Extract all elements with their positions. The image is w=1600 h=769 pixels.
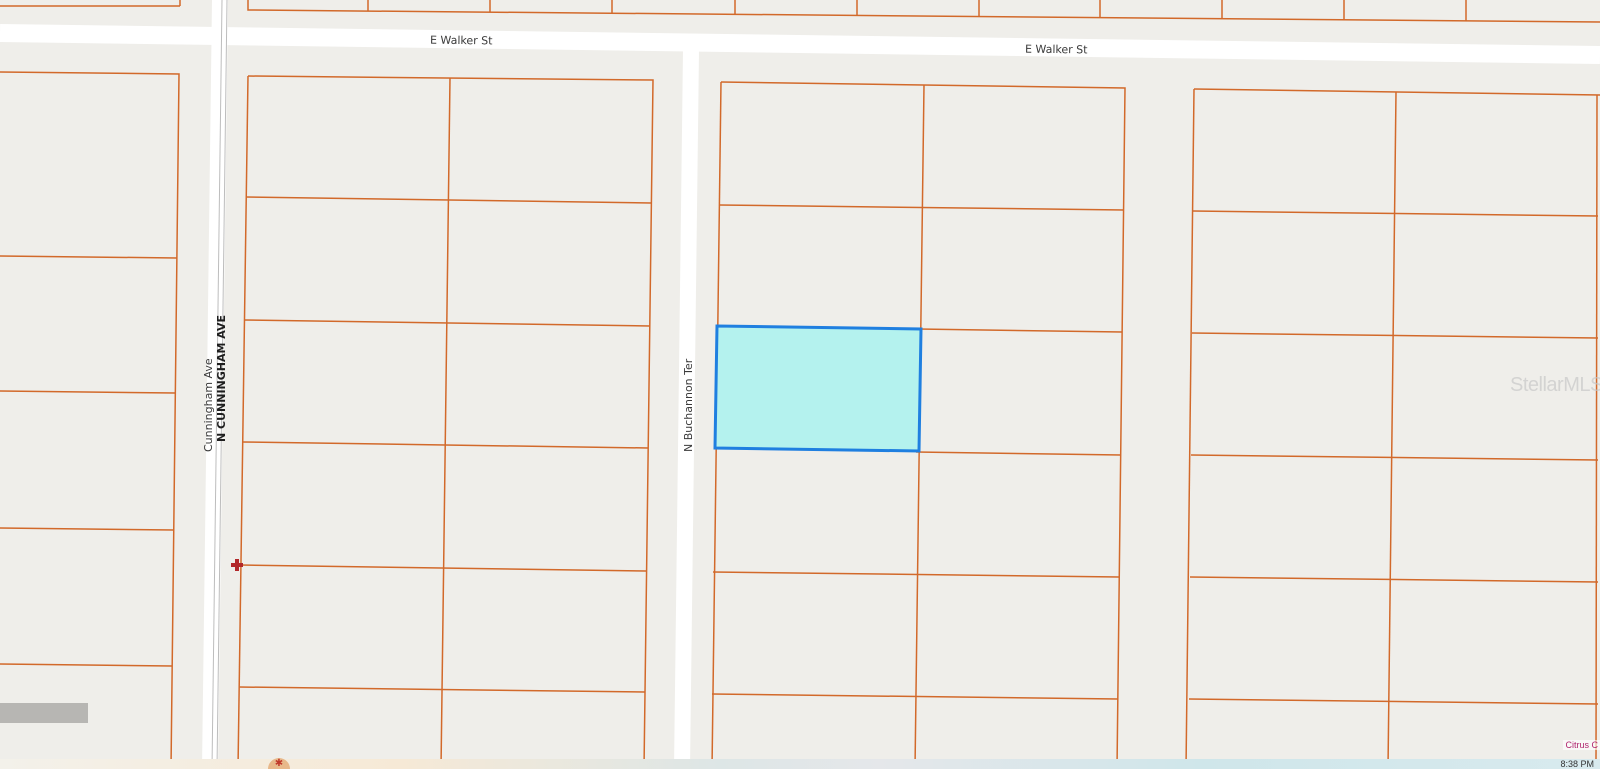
selected-parcel[interactable]: [713, 324, 923, 453]
parcel-map[interactable]: E Walker St E Walker St Cunningham Ave N…: [0, 0, 1600, 769]
watermark-logo: StellarMLS: [1510, 374, 1600, 396]
scale-bar: [0, 703, 88, 723]
cunningham-avenue-label: Cunningham Ave: [202, 358, 215, 452]
taskbar-clock: 8:38 PM: [1560, 759, 1594, 769]
taskbar-strip: [0, 759, 1600, 769]
walker-street-label-west: E Walker St: [430, 34, 493, 48]
map-attribution[interactable]: Citrus C: [1563, 740, 1600, 750]
walker-street-label-east: E Walker St: [1025, 43, 1088, 57]
buchannon-terrace-label: N Buchannon Ter: [682, 358, 695, 452]
n-cunningham-avenue-label: N CUNNINGHAM AVE: [215, 315, 228, 442]
